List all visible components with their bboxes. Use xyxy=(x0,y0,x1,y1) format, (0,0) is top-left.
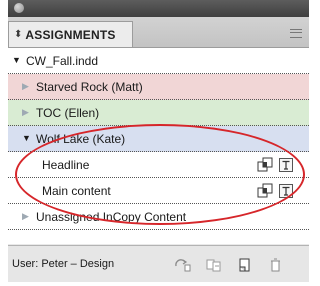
link-icon xyxy=(257,183,273,198)
assignment-name: Starved Rock (Matt) xyxy=(36,79,143,94)
unassigned-label: Unassigned InCopy Content xyxy=(36,209,187,224)
text-frame-icon xyxy=(279,184,293,198)
update-all-icon[interactable] xyxy=(205,258,222,272)
panel-action-buttons xyxy=(174,258,284,272)
story-name: Headline xyxy=(42,157,90,172)
story-status-icons xyxy=(257,183,293,199)
panel-status-bar: User: Peter – Design xyxy=(8,245,309,282)
list-item-assignment-starved-rock[interactable]: ▶ Starved Rock (Matt) xyxy=(8,74,309,100)
assignment-name: TOC (Ellen) xyxy=(36,105,100,120)
panel-menu-icon xyxy=(290,28,302,38)
new-assignment-icon[interactable] xyxy=(236,258,253,272)
assignments-list: ▼ CW_Fall.indd ▶ Starved Rock (Matt) ▶ T… xyxy=(8,48,309,244)
sort-arrows-icon: ⬍ xyxy=(14,28,23,40)
tab-assignments[interactable]: ⬍ ASSIGNMENTS xyxy=(8,21,133,47)
list-item-assignment-wolf-lake[interactable]: ▼ Wolf Lake (Kate) xyxy=(8,126,309,152)
disclosure-expanded-icon[interactable]: ▼ xyxy=(22,134,32,143)
disclosure-collapsed-icon[interactable]: ▶ xyxy=(22,212,32,221)
panel-menu-button[interactable] xyxy=(289,28,303,38)
update-content-icon[interactable] xyxy=(174,258,191,272)
text-frame-icon xyxy=(279,158,293,172)
delete-icon[interactable] xyxy=(267,258,284,272)
list-item-story-main-content[interactable]: Main content xyxy=(8,178,309,204)
current-user-label: User: Peter – Design xyxy=(12,258,115,270)
assignments-panel: ⬍ ASSIGNMENTS ▼ CW_Fall.indd ▶ Starved R… xyxy=(8,0,309,282)
document-name: CW_Fall.indd xyxy=(26,53,99,68)
list-item-assignment-toc[interactable]: ▶ TOC (Ellen) xyxy=(8,100,309,126)
story-name: Main content xyxy=(42,183,111,198)
panel-title-bar[interactable] xyxy=(8,0,309,17)
list-item-document[interactable]: ▼ CW_Fall.indd xyxy=(8,48,309,74)
list-item-unassigned-content[interactable]: ▶ Unassigned InCopy Content xyxy=(8,204,309,230)
disclosure-collapsed-icon[interactable]: ▶ xyxy=(22,108,32,117)
close-panel-button[interactable] xyxy=(14,3,24,13)
story-status-icons xyxy=(257,157,293,173)
disclosure-expanded-icon[interactable]: ▼ xyxy=(12,56,22,65)
disclosure-collapsed-icon[interactable]: ▶ xyxy=(22,82,32,91)
tab-label: ASSIGNMENTS xyxy=(25,27,116,42)
panel-tab-row: ⬍ ASSIGNMENTS xyxy=(8,17,309,48)
assignment-name: Wolf Lake (Kate) xyxy=(36,131,126,146)
link-icon xyxy=(257,157,273,172)
list-item-story-headline[interactable]: Headline xyxy=(8,152,309,178)
